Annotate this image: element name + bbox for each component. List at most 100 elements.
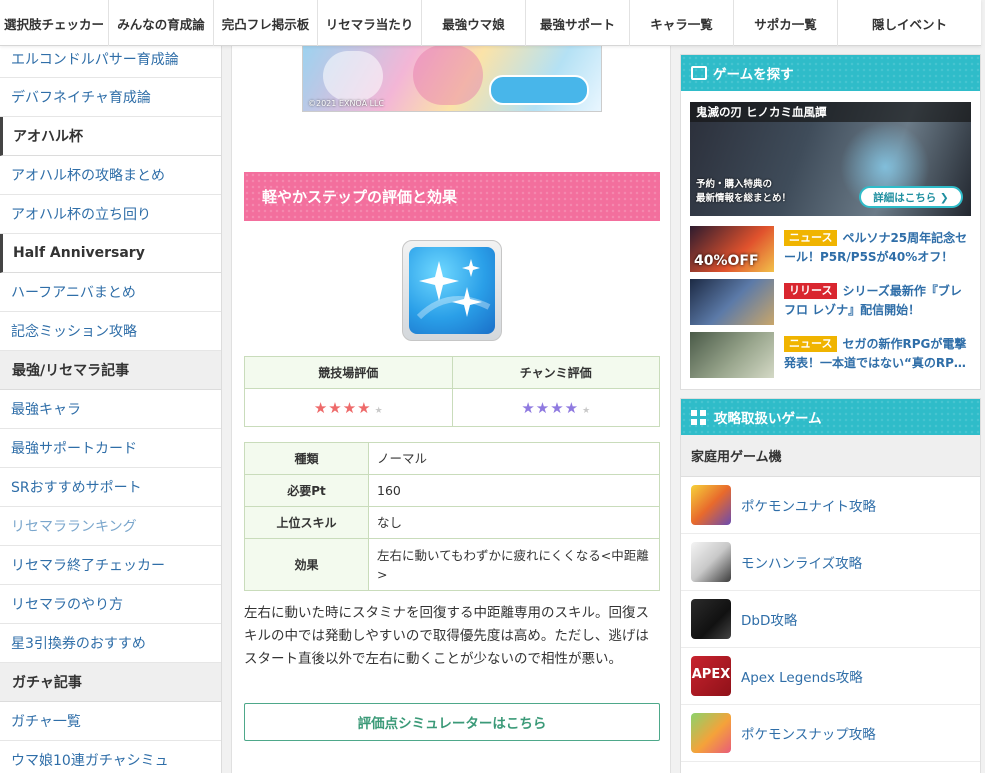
sidebar-link[interactable]: アオハル杯の立ち回り xyxy=(0,195,221,234)
featured-detail-button[interactable]: 詳細はこちら ❯ xyxy=(859,186,963,208)
info-value: 左右に動いてもわずかに疲れにくくなる<中距離> xyxy=(368,538,660,591)
simulator-button[interactable]: 評価点シミュレーターはこちら xyxy=(244,703,660,741)
nav-item-5[interactable]: 最強サポート xyxy=(526,0,630,46)
empty-star-icon: ★ xyxy=(374,405,383,416)
sidebar-section-heading: Half Anniversary xyxy=(0,234,221,273)
find-games-title: ゲームを探す xyxy=(713,67,794,83)
grid-icon xyxy=(691,409,706,425)
banner-decoration xyxy=(413,45,483,105)
news-item[interactable]: ニュース セガの新作RPGが電撃発表！一本道ではない“真のRP… xyxy=(690,332,971,378)
supported-games-header: 攻略取扱いゲーム xyxy=(681,399,980,435)
nav-item-7[interactable]: サポカ一覧 xyxy=(734,0,838,46)
news-text: リリース シリーズ最新作『ブレフロ レゾナ』配信開始！ xyxy=(784,282,970,320)
sidebar-link[interactable]: SRおすすめサポート xyxy=(0,468,221,507)
section-heading: 軽やかステップの評価と効果 xyxy=(244,172,660,221)
banner-decoration xyxy=(323,51,383,101)
champions-rating-stars: ★★★★ ★ xyxy=(451,388,660,427)
nav-item-2[interactable]: 完凸フレ掲示板 xyxy=(214,0,318,46)
left-sidebar: エルコンドルパサー育成論 デバフネイチャ育成論 アオハル杯 アオハル杯の攻略まとめ アオ… xyxy=(0,40,222,773)
champions-rating-header: チャンミ評価 xyxy=(451,356,660,389)
sidebar-section-heading: 最強/リセマラ記事 xyxy=(0,351,221,390)
game-label: モンハンライズ攻略 xyxy=(741,556,863,572)
sidebar-link[interactable]: アオハル杯の攻略まとめ xyxy=(0,156,221,195)
game-link[interactable]: APEX Apex Legends攻略 xyxy=(681,648,980,705)
info-value: なし xyxy=(368,506,660,539)
info-row: 上位スキル なし xyxy=(244,506,660,539)
skill-description: 左右に動いた時にスタミナを回復する中距離専用のスキル。回復スキルの中では発動しや… xyxy=(244,605,649,667)
sidebar-link[interactable]: ガチャ一覧 xyxy=(0,702,221,741)
game-label: DbD攻略 xyxy=(741,613,798,629)
info-value: ノーマル xyxy=(368,442,660,475)
banner-copyright: ©2021 EXNOA LLC xyxy=(308,99,385,108)
gamepad-icon xyxy=(691,66,707,80)
rating-table: 競技場評価 チャンミ評価 ★★★★ ★ ★★★★ ★ xyxy=(244,356,660,427)
info-label: 効果 xyxy=(244,538,369,591)
sidebar-link[interactable]: 最強サポートカード xyxy=(0,429,221,468)
news-tag-badge: ニュース xyxy=(784,230,838,246)
console-games-subheading: 家庭用ゲーム機 xyxy=(681,435,980,477)
featured-line-1: 予約・購入特典の xyxy=(696,179,773,190)
featured-game-banner[interactable]: 鬼滅の刃 ヒノカミ血風譚 予約・購入特典の 最新情報を総まとめ！ 詳細はこちら … xyxy=(690,102,971,216)
news-thumbnail xyxy=(690,279,774,325)
nav-item-1[interactable]: みんなの育成論 xyxy=(109,0,214,46)
news-item[interactable]: 40%OFF ニュース ペルソナ25周年記念セール！P5R/P5Sが40%オフ！ xyxy=(690,226,971,272)
news-text: ニュース ペルソナ25周年記念セール！P5R/P5Sが40%オフ！ xyxy=(784,229,970,267)
featured-line-2: 最新情報を総まとめ！ xyxy=(696,193,792,204)
sidebar-link[interactable]: リセマラのやり方 xyxy=(0,585,221,624)
sidebar-link[interactable]: 記念ミッション攻略 xyxy=(0,312,221,351)
sidebar-link[interactable]: 星3引換券のおすすめ xyxy=(0,624,221,663)
news-thumbnail: 40%OFF xyxy=(690,226,774,272)
apex-icon: APEX xyxy=(691,656,731,696)
article-banner-image[interactable]: ©2021 EXNOA LLC xyxy=(302,40,602,112)
sidebar-section-heading: ガチャ記事 xyxy=(0,663,221,702)
arena-star-icons: ★★★★ xyxy=(313,398,372,417)
sidebar-link[interactable]: 最強キャラ xyxy=(0,390,221,429)
game-link[interactable]: DbD攻略 xyxy=(681,591,980,648)
dbd-icon xyxy=(691,599,731,639)
game-link[interactable]: ポケモンユナイト攻略 xyxy=(681,477,980,534)
sidebar-link[interactable]: デバフネイチャ育成論 xyxy=(0,78,221,117)
info-label: 上位スキル xyxy=(244,506,369,539)
info-value: 160 xyxy=(368,474,660,507)
sidebar-link[interactable]: ウマ娘10連ガチャシミュ xyxy=(0,741,221,773)
game-icon-text: APEX xyxy=(691,667,731,682)
info-row: 効果 左右に動いてもわずかに疲れにくくなる<中距離> xyxy=(244,538,660,591)
supported-games-title: 攻略取扱いゲーム xyxy=(714,411,822,427)
main-content: ©2021 EXNOA LLC 軽やかステップの評価と効果 競技場評価 チャンミ… xyxy=(231,40,671,773)
game-link[interactable]: モンハンライズ攻略 xyxy=(681,534,980,591)
nav-item-8[interactable]: 隠しイベント xyxy=(838,0,981,46)
games-list: ポケモンユナイト攻略 モンハンライズ攻略 DbD攻略 APEX Apex Legends… xyxy=(681,477,980,762)
sidebar-link[interactable]: リセマラランキング xyxy=(0,507,221,546)
sidebar-link[interactable]: リセマラ終了チェッカー xyxy=(0,546,221,585)
game-link[interactable]: ポケモンスナップ攻略 xyxy=(681,705,980,762)
nav-item-0[interactable]: 選択肢チェッカー xyxy=(0,0,109,46)
thumbnail-text: 40%OFF xyxy=(694,253,759,269)
info-label: 種類 xyxy=(244,442,369,475)
sidebar-link[interactable]: ハーフアニバまとめ xyxy=(0,273,221,312)
nav-item-6[interactable]: キャラ一覧 xyxy=(630,0,734,46)
skill-icon xyxy=(402,240,502,341)
info-row: 必要Pt 160 xyxy=(244,474,660,507)
champions-star-icons: ★★★★ xyxy=(521,398,580,417)
news-thumbnail xyxy=(690,332,774,378)
find-games-header: ゲームを探す xyxy=(681,55,980,91)
sidebar-section-heading: アオハル杯 xyxy=(0,117,221,156)
news-tag-badge: リリース xyxy=(784,283,838,299)
game-label: ポケモンユナイト攻略 xyxy=(741,499,876,515)
game-label: Apex Legends攻略 xyxy=(741,670,863,686)
top-navigation: 選択肢チェッカー みんなの育成論 完凸フレ掲示板 リセマラ当たり 最強ウマ娘 最強サポート… xyxy=(0,0,981,46)
info-row: 種類 ノーマル xyxy=(244,442,660,475)
nav-item-4[interactable]: 最強ウマ娘 xyxy=(422,0,526,46)
pokemon-unite-icon xyxy=(691,485,731,525)
featured-title: 鬼滅の刃 ヒノカミ血風譚 xyxy=(690,102,971,122)
game-logo xyxy=(489,75,589,105)
news-tag-badge: ニュース xyxy=(784,336,838,352)
nav-item-3[interactable]: リセマラ当たり xyxy=(318,0,422,46)
news-item[interactable]: リリース シリーズ最新作『ブレフロ レゾナ』配信開始！ xyxy=(690,279,971,325)
arena-rating-header: 競技場評価 xyxy=(244,356,453,389)
sparkle-icon xyxy=(409,247,495,334)
skill-info-table: 種類 ノーマル 必要Pt 160 上位スキル なし 効果 左右に動いてもわずかに疲れにくくなる… xyxy=(244,442,660,591)
pokemon-snap-icon xyxy=(691,713,731,753)
news-text: ニュース セガの新作RPGが電撃発表！一本道ではない“真のRP… xyxy=(784,335,970,373)
empty-star-icon: ★ xyxy=(582,405,591,416)
